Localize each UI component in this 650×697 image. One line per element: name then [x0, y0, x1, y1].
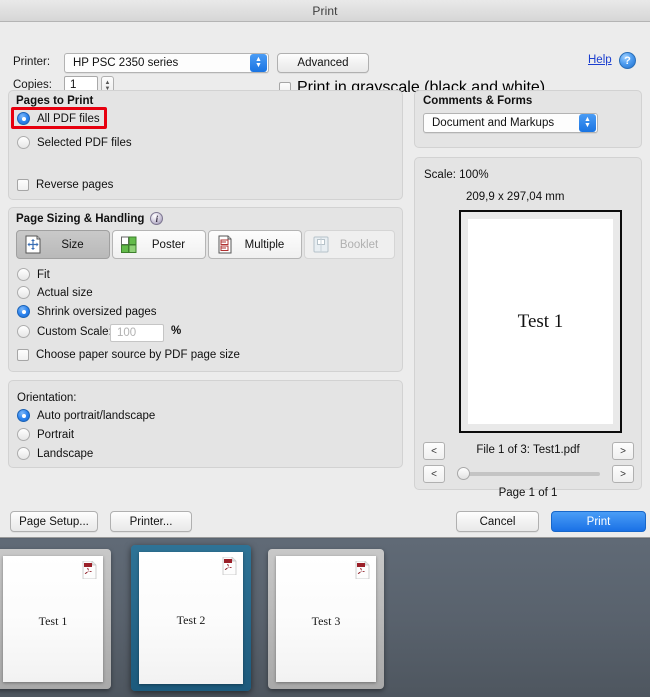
- info-icon[interactable]: i: [150, 212, 164, 225]
- printer-select[interactable]: HP PSC 2350 series ▲ ▼: [64, 53, 269, 73]
- thumbnail-label: Test 2: [176, 612, 206, 627]
- mode-button-label: Size: [61, 238, 84, 251]
- cancel-button[interactable]: Cancel: [456, 511, 539, 532]
- radio-shrink-oversized-pages[interactable]: Shrink oversized pages: [17, 305, 157, 318]
- comments-forms-value: Document and Markups: [432, 117, 555, 129]
- radio-label: Custom Scale:: [37, 325, 112, 338]
- printer-label: Printer:: [13, 56, 51, 68]
- radio-label: Actual size: [37, 286, 93, 299]
- radio-auto-portrait-landscape[interactable]: Auto portrait/landscape: [17, 409, 155, 422]
- radio-actual-size[interactable]: Actual size: [17, 286, 93, 299]
- radio-selected-pdf-files[interactable]: Selected PDF files: [17, 136, 132, 149]
- page-slider-thumb[interactable]: [457, 467, 470, 480]
- printer-section: Printer: HP PSC 2350 series ▲ ▼ Advanced …: [0, 22, 650, 96]
- pages-to-print-title: Pages to Print: [16, 95, 94, 107]
- page-nav-text: Page 1 of 1: [498, 487, 558, 499]
- radio-label: Shrink oversized pages: [37, 305, 157, 318]
- mode-button-label: Poster: [151, 238, 186, 251]
- page-slider-track[interactable]: [461, 472, 600, 476]
- radio-indicator[interactable]: [17, 136, 30, 149]
- radio-indicator[interactable]: [17, 325, 30, 338]
- chevron-updown-icon: ▲ ▼: [579, 114, 596, 132]
- previous-page-button[interactable]: <: [423, 465, 445, 483]
- preview-page-text: Test 1: [517, 310, 564, 332]
- radio-label: Fit: [37, 268, 50, 281]
- percent-label: %: [171, 325, 182, 337]
- paper-source-label: Choose paper source by PDF page size: [36, 349, 240, 361]
- thumbnail-page: Test 1: [3, 556, 103, 682]
- print-dialog: Print Printer: HP PSC 2350 series ▲ ▼ Adv…: [0, 0, 650, 538]
- thumbnail-label: Test 1: [38, 613, 68, 628]
- print-button[interactable]: Print: [551, 511, 646, 532]
- radio-custom-scale[interactable]: Custom Scale:: [17, 325, 112, 338]
- pdf-file-icon: [355, 561, 370, 579]
- radio-portrait[interactable]: Portrait: [17, 428, 74, 441]
- checkbox-paper-source[interactable]: Choose paper source by PDF page size: [17, 349, 240, 361]
- comments-forms-title: Comments & Forms: [423, 95, 533, 107]
- printer-select-value: HP PSC 2350 series: [73, 57, 179, 69]
- mode-button-poster[interactable]: Poster: [112, 230, 206, 259]
- page-setup-button[interactable]: Page Setup...: [10, 511, 98, 532]
- radio-indicator[interactable]: [17, 268, 30, 281]
- checkbox-reverse-pages[interactable]: Reverse pages: [17, 179, 113, 191]
- next-page-button[interactable]: >: [612, 465, 634, 483]
- mode-button-label: Booklet: [339, 238, 379, 251]
- paper-source-checkbox[interactable]: [17, 349, 29, 361]
- radio-label: Selected PDF files: [37, 136, 132, 149]
- preview-frame: Test 1: [459, 210, 622, 433]
- pdf-file-icon: [222, 557, 237, 575]
- comments-forms-select[interactable]: Document and Markups ▲ ▼: [423, 113, 598, 133]
- preview-scale-text: Scale: 100%: [424, 169, 489, 181]
- title-bar: Print: [0, 0, 650, 22]
- thumbnail-item[interactable]: Test 2: [131, 545, 251, 691]
- highlight-annotation: [11, 107, 107, 129]
- radio-indicator[interactable]: [17, 447, 30, 460]
- thumbnail-page: Test 2: [139, 552, 243, 684]
- pdf-file-icon: [82, 561, 97, 579]
- mode-button-label: Multiple: [244, 238, 285, 251]
- window-title: Print: [312, 3, 338, 18]
- desktop-thumbnail-strip: Test 1 Test 2 Test 3: [0, 539, 650, 697]
- radio-indicator[interactable]: [17, 305, 30, 318]
- custom-scale-input[interactable]: 100: [110, 324, 164, 342]
- radio-indicator[interactable]: [17, 286, 30, 299]
- advanced-button[interactable]: Advanced: [277, 53, 369, 73]
- size-icon: [25, 235, 41, 254]
- help-link[interactable]: Help: [588, 54, 612, 66]
- mode-button-booklet: Booklet: [304, 230, 395, 259]
- mode-button-multiple[interactable]: Multiple: [208, 230, 302, 259]
- file-nav-text: File 1 of 3: Test1.pdf: [476, 444, 580, 456]
- reverse-pages-checkbox[interactable]: [17, 179, 29, 191]
- radio-label: Auto portrait/landscape: [37, 409, 156, 422]
- poster-icon: [121, 236, 137, 253]
- chevron-updown-icon: ▲ ▼: [250, 54, 267, 72]
- preview-page: Test 1: [468, 219, 613, 424]
- radio-indicator[interactable]: [17, 409, 30, 422]
- radio-label: Portrait: [37, 428, 75, 441]
- multiple-icon: [218, 235, 232, 254]
- reverse-pages-label: Reverse pages: [36, 179, 114, 191]
- printer-settings-button[interactable]: Printer...: [110, 511, 192, 532]
- page-sizing-title-row: Page Sizing & Handling i: [16, 212, 164, 225]
- thumbnail-item[interactable]: Test 3: [268, 549, 384, 689]
- thumbnail-label: Test 3: [311, 613, 341, 628]
- radio-fit[interactable]: Fit: [17, 268, 50, 281]
- orientation-title: Orientation:: [17, 392, 77, 404]
- thumbnail-page: Test 3: [276, 556, 376, 682]
- radio-indicator[interactable]: [17, 428, 30, 441]
- page-sizing-title: Page Sizing & Handling: [16, 212, 145, 225]
- booklet-icon: [313, 236, 329, 253]
- radio-label: Landscape: [37, 447, 94, 460]
- mode-button-size[interactable]: Size: [16, 230, 110, 259]
- preview-dimensions-text: 209,9 x 297,04 mm: [466, 191, 565, 203]
- thumbnail-item[interactable]: Test 1: [0, 549, 111, 689]
- help-icon[interactable]: ?: [619, 52, 636, 69]
- radio-landscape[interactable]: Landscape: [17, 447, 93, 460]
